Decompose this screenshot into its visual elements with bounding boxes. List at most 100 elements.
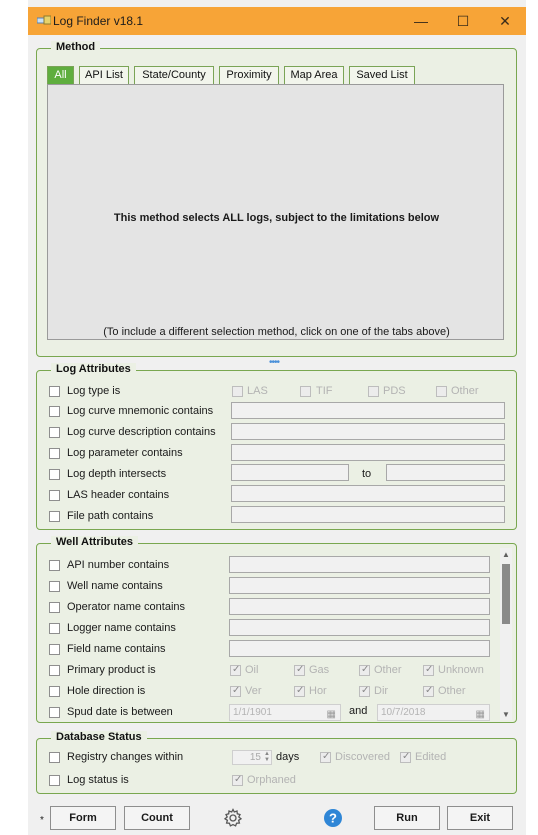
minimize-button[interactable]: — <box>403 8 439 34</box>
form-button[interactable]: Form <box>50 806 116 830</box>
gas-checkbox[interactable] <box>294 664 305 676</box>
hole-direction-checkbox[interactable] <box>49 686 60 697</box>
stepper-arrows-icon[interactable]: ▲ ▼ <box>264 751 270 763</box>
days-value: 15 <box>249 752 261 763</box>
api-input[interactable] <box>229 556 490 573</box>
operator-input[interactable] <box>229 598 490 615</box>
other-direction-checkbox[interactable] <box>423 685 434 697</box>
other-type-checkbox[interactable] <box>436 386 447 397</box>
log-type-checkbox[interactable] <box>49 386 60 397</box>
hole-direction-label: Hole direction is <box>67 685 146 697</box>
spud-to-date-picker[interactable]: 10/7/2018 ▦ <box>377 704 490 721</box>
exit-button[interactable]: Exit <box>447 806 513 830</box>
orphaned-checkbox[interactable] <box>232 774 243 786</box>
spud-date-label: Spud date is between <box>67 706 173 718</box>
scroll-thumb[interactable] <box>502 564 510 624</box>
description-input[interactable] <box>231 423 505 440</box>
spud-to-value: 10/7/2018 <box>381 707 426 718</box>
log-status-checkbox[interactable] <box>49 775 60 786</box>
database-status-group: Database Status Registry changes within … <box>36 731 517 794</box>
calendar-icon: ▦ <box>326 709 336 720</box>
depth-to-label: to <box>362 468 372 480</box>
tif-checkbox[interactable] <box>300 386 311 397</box>
gear-icon[interactable] <box>223 808 243 828</box>
mnemonic-checkbox[interactable] <box>49 406 60 417</box>
file-path-checkbox[interactable] <box>49 511 60 522</box>
log-status-label: Log status is <box>67 774 129 786</box>
well-attributes-scrollbar[interactable]: ▲ ▼ <box>500 548 512 720</box>
method-group: Method All API List State/County Proximi… <box>36 41 517 357</box>
other-product-checkbox[interactable] <box>359 664 370 676</box>
logger-input[interactable] <box>229 619 490 636</box>
field-name-checkbox[interactable] <box>49 644 60 655</box>
orphaned-label: Orphaned <box>247 774 296 786</box>
method-hint: (To include a different selection method… <box>103 326 450 338</box>
oil-checkbox[interactable] <box>230 664 241 676</box>
days-stepper[interactable]: 15 ▲ ▼ <box>232 750 272 765</box>
maximize-button[interactable]: ☐ <box>445 8 481 34</box>
app-icon <box>37 15 51 25</box>
scroll-up-icon[interactable]: ▲ <box>502 550 510 559</box>
database-status-legend: Database Status <box>51 731 147 743</box>
tif-label: TIF <box>316 385 333 397</box>
parameter-input[interactable] <box>231 444 505 461</box>
discovered-label: Discovered <box>335 751 391 763</box>
svg-text:?: ? <box>329 811 337 826</box>
operator-label: Operator name contains <box>67 601 186 613</box>
pds-checkbox[interactable] <box>368 386 379 397</box>
run-button[interactable]: Run <box>374 806 440 830</box>
api-label: API number contains <box>67 559 170 571</box>
window-title: Log Finder v18.1 <box>53 14 144 28</box>
file-path-input[interactable] <box>231 506 505 523</box>
depth-checkbox[interactable] <box>49 469 60 480</box>
mnemonic-label: Log curve mnemonic contains <box>67 405 214 417</box>
depth-label: Log depth intersects <box>67 468 167 480</box>
hor-checkbox[interactable] <box>294 685 305 697</box>
spud-from-date-picker[interactable]: 1/1/1901 ▦ <box>229 704 341 721</box>
well-name-label: Well name contains <box>67 580 163 592</box>
well-name-checkbox[interactable] <box>49 581 60 592</box>
edited-checkbox[interactable] <box>400 751 411 763</box>
primary-product-checkbox[interactable] <box>49 665 60 676</box>
depth-to-input[interactable] <box>386 464 505 481</box>
las-header-input[interactable] <box>231 485 505 502</box>
file-path-label: File path contains <box>67 510 154 522</box>
tab-state-county[interactable]: State/County <box>134 66 214 84</box>
logger-label: Logger name contains <box>67 622 176 634</box>
description-label: Log curve description contains <box>67 426 216 438</box>
title-bar[interactable]: Log Finder v18.1 — ☐ ✕ <box>28 7 526 35</box>
count-button[interactable]: Count <box>124 806 190 830</box>
tab-proximity[interactable]: Proximity <box>219 66 279 84</box>
dir-checkbox[interactable] <box>359 685 370 697</box>
tab-map-area[interactable]: Map Area <box>284 66 344 84</box>
tab-api-list[interactable]: API List <box>79 66 129 84</box>
parameter-checkbox[interactable] <box>49 448 60 459</box>
scroll-down-icon[interactable]: ▼ <box>502 710 510 719</box>
ver-label: Ver <box>245 685 262 697</box>
discovered-checkbox[interactable] <box>320 751 331 763</box>
api-checkbox[interactable] <box>49 560 60 571</box>
mnemonic-input[interactable] <box>231 402 505 419</box>
tab-all[interactable]: All <box>47 66 74 84</box>
calendar-icon: ▦ <box>475 709 485 720</box>
unknown-product-checkbox[interactable] <box>423 664 434 676</box>
log-attributes-group: Log Attributes Log type is LAS TIF PDS O… <box>36 363 517 530</box>
panel-splitter[interactable]: •••• <box>269 358 280 368</box>
las-checkbox[interactable] <box>232 386 243 397</box>
field-name-label: Field name contains <box>67 643 166 655</box>
description-checkbox[interactable] <box>49 427 60 438</box>
logger-checkbox[interactable] <box>49 623 60 634</box>
close-button[interactable]: ✕ <box>487 8 523 34</box>
log-finder-window: Log Finder v18.1 — ☐ ✕ Method All API Li… <box>28 0 526 835</box>
well-name-input[interactable] <box>229 577 490 594</box>
depth-from-input[interactable] <box>231 464 349 481</box>
ver-checkbox[interactable] <box>230 685 241 697</box>
operator-checkbox[interactable] <box>49 602 60 613</box>
spud-date-checkbox[interactable] <box>49 707 60 718</box>
field-name-input[interactable] <box>229 640 490 657</box>
tab-saved-list[interactable]: Saved List <box>349 66 415 84</box>
registry-changes-checkbox[interactable] <box>49 752 60 763</box>
spud-from-value: 1/1/1901 <box>233 707 272 718</box>
las-header-checkbox[interactable] <box>49 490 60 501</box>
help-icon[interactable]: ? <box>323 808 343 828</box>
